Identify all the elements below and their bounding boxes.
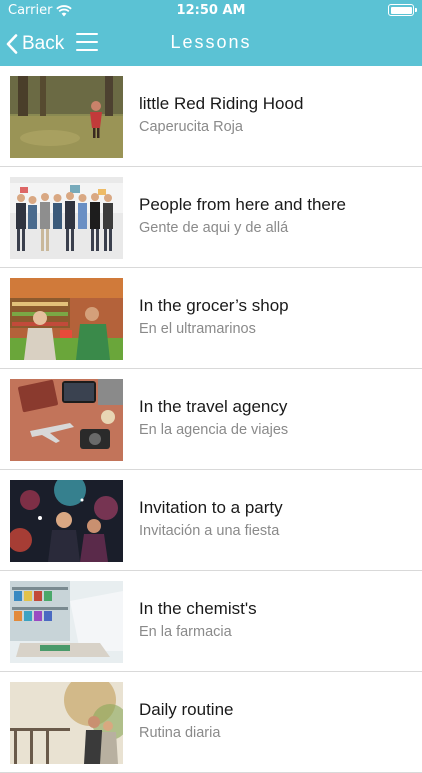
travel-items-photo	[10, 379, 123, 461]
lesson-subtitle: En la farmacia	[139, 624, 232, 640]
status-time: 12:50 AM	[176, 3, 246, 18]
lesson-title: In the grocer’s shop	[139, 296, 289, 315]
lesson-title: little Red Riding Hood	[139, 94, 304, 113]
lesson-subtitle: Rutina diaria	[139, 725, 221, 741]
lesson-row[interactable]: Invitation to a party Invitación a una f…	[0, 470, 422, 571]
lesson-row[interactable]: Daily routine Rutina diaria	[0, 672, 422, 773]
nav-bar: Back Lessons	[0, 22, 422, 66]
status-bar: Carrier 12:50 AM	[0, 0, 422, 22]
lesson-title: In the travel agency	[139, 397, 288, 416]
lesson-subtitle: En la agencia de viajes	[139, 422, 289, 438]
lesson-row[interactable]: In the travel agency En la agencia de vi…	[0, 369, 422, 470]
header: Carrier 12:50 AM Back Lessons	[0, 0, 422, 66]
grocery-shop-photo	[10, 278, 123, 360]
group-people-photo	[10, 177, 123, 259]
lesson-title: Invitation to a party	[139, 498, 283, 517]
lesson-title: People from here and there	[139, 195, 346, 214]
couple-outdoors-photo	[10, 682, 123, 764]
lesson-subtitle: Gente de aqui y de allá	[139, 220, 289, 236]
lesson-row[interactable]: In the grocer’s shop En el ultramarinos	[0, 268, 422, 369]
lesson-subtitle: Invitación a una fiesta	[139, 523, 280, 539]
lesson-row[interactable]: In the chemist's En la farmacia	[0, 571, 422, 672]
lesson-row[interactable]: little Red Riding Hood Caperucita Roja	[0, 66, 422, 167]
lesson-title: In the chemist's	[139, 599, 257, 618]
lesson-subtitle: Caperucita Roja	[139, 119, 243, 135]
lesson-row[interactable]: People from here and there Gente de aqui…	[0, 167, 422, 268]
forest-girl-photo	[10, 76, 123, 158]
page-title: Lessons	[170, 32, 252, 52]
lesson-list: little Red Riding Hood Caperucita Roja P…	[0, 66, 422, 773]
battery-icon	[388, 4, 417, 16]
lesson-title: Daily routine	[139, 700, 234, 719]
lesson-subtitle: En el ultramarinos	[139, 321, 256, 337]
party-photo	[10, 480, 123, 562]
pharmacy-photo	[10, 581, 123, 663]
